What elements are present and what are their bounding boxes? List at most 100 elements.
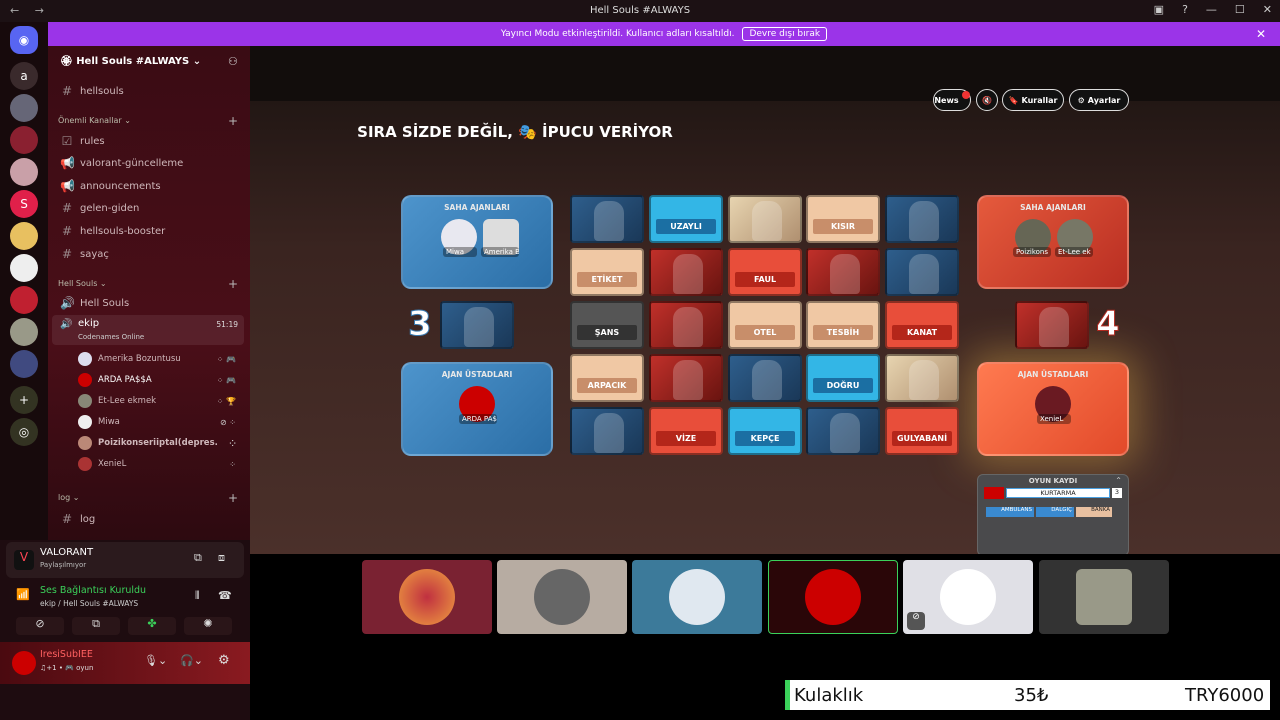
word-card[interactable]: ETİKET — [570, 248, 644, 296]
voice-user[interactable]: ARDA PA$$A ⁘ 🎮 — [78, 373, 238, 387]
channel-sayac[interactable]: # sayaç — [60, 247, 109, 261]
collapse-icon[interactable]: ⌃ — [1115, 476, 1122, 485]
ticker-total: TRY6000 — [1185, 684, 1265, 706]
word-card[interactable]: KANAT — [885, 301, 959, 349]
channel-valorant-guncelleme[interactable]: 📢 valorant-güncelleme — [60, 156, 183, 170]
maximize-icon[interactable]: ☐ — [1235, 3, 1245, 16]
channel-hellsouls[interactable]: # hellsouls — [60, 84, 124, 98]
word-card[interactable]: KISIR — [806, 195, 880, 243]
avatar — [78, 373, 92, 387]
participant-tile[interactable] — [1039, 560, 1169, 634]
server-icon[interactable] — [10, 94, 38, 122]
inbox-icon[interactable]: ▣ — [1154, 3, 1164, 16]
mute-sound-icon[interactable]: 🔇 — [976, 89, 998, 111]
settings-button[interactable]: ⚙ Ayarlar — [1069, 89, 1129, 111]
server-icon[interactable] — [10, 254, 38, 282]
word-card[interactable]: VİZE — [649, 407, 723, 455]
news-button[interactable]: News — [933, 89, 971, 111]
word-card[interactable]: OTEL — [728, 301, 802, 349]
word-card[interactable] — [649, 301, 723, 349]
voice-user[interactable]: Miwa ⊘ ⁘ — [78, 415, 238, 429]
channel-hell-souls-voice[interactable]: 🔊 Hell Souls — [60, 296, 129, 310]
channel-rules[interactable]: ☑ rules — [60, 134, 105, 148]
server-icon-a[interactable]: a — [10, 62, 38, 90]
share-icon[interactable]: ⧈ — [218, 551, 225, 565]
disable-button[interactable]: Devre dışı bırak — [742, 27, 828, 41]
channel-hellsouls-booster[interactable]: # hellsouls-booster — [60, 224, 165, 238]
participant-tile[interactable] — [768, 560, 898, 634]
user-avatar[interactable] — [12, 651, 36, 675]
microphone-icon[interactable]: 🎙⌄ — [144, 654, 167, 667]
soundboard-button[interactable]: ✺ — [184, 617, 232, 635]
word-card[interactable] — [885, 195, 959, 243]
server-icon[interactable] — [10, 126, 38, 154]
word-card[interactable] — [885, 354, 959, 402]
server-icon[interactable] — [10, 318, 38, 346]
voice-user[interactable]: XenieL ⁘ — [78, 457, 238, 471]
discord-home-icon[interactable]: ◉ — [10, 26, 38, 54]
disconnect-icon[interactable]: ☎ — [218, 589, 232, 602]
word-card[interactable] — [570, 407, 644, 455]
server-icon[interactable]: S — [10, 190, 38, 218]
activities-button[interactable]: ✤ — [128, 617, 176, 635]
voice-status[interactable]: Ses Bağlantısı Kuruldu — [40, 585, 146, 596]
voice-user[interactable]: Amerika Bozuntusu ⁘ 🎮 — [78, 352, 238, 366]
server-icon[interactable] — [10, 286, 38, 314]
close-icon[interactable]: ✕ — [1263, 3, 1272, 16]
voice-user[interactable]: Et-Lee ekmek ⁘ 🏆 — [78, 394, 238, 408]
avatar — [940, 569, 996, 625]
participant-tile[interactable] — [632, 560, 762, 634]
word-card[interactable] — [649, 248, 723, 296]
activity-card[interactable]: V VALORANT Paylaşılmıyor ⧉ ⧈ — [6, 542, 244, 578]
discover-icon[interactable]: ◎ — [10, 418, 38, 446]
turn-status: SIRA SİZDE DEĞİL, 🎭 İPUCU VERİYOR — [357, 123, 673, 141]
word-card[interactable]: TESBİH — [806, 301, 880, 349]
add-channel-icon[interactable]: + — [228, 114, 238, 128]
participant-tile[interactable] — [497, 560, 627, 634]
server-icon[interactable] — [10, 222, 38, 250]
noise-suppression-icon[interactable]: ⫴ — [195, 589, 200, 603]
word-card[interactable]: DOĞRU — [806, 354, 880, 402]
word-card[interactable] — [649, 354, 723, 402]
headphones-icon[interactable]: 🎧⌄ — [180, 654, 203, 667]
screen-share-button[interactable]: ⧉ — [72, 617, 120, 635]
card-word: KANAT — [892, 325, 952, 340]
word-card[interactable] — [728, 354, 802, 402]
rules-button[interactable]: 🔖 Kurallar — [1002, 89, 1064, 111]
word-card[interactable]: UZAYLI — [649, 195, 723, 243]
word-card[interactable]: KEPÇE — [728, 407, 802, 455]
participant-tile[interactable] — [362, 560, 492, 634]
channel-gelen-giden[interactable]: # gelen-giden — [60, 201, 139, 215]
minimize-icon[interactable]: — — [1206, 3, 1217, 16]
word-card[interactable] — [806, 407, 880, 455]
word-card[interactable] — [570, 195, 644, 243]
server-icon[interactable] — [10, 350, 38, 378]
voice-user[interactable]: Poizikonseriiptal(depres... ⁘ — [78, 436, 238, 450]
word-card[interactable]: ŞANS — [570, 301, 644, 349]
voice-channel-ekip[interactable]: 🔊 ekip 51:19 Codenames Online — [52, 315, 244, 345]
camera-off-button[interactable]: ⊘ — [16, 617, 64, 635]
channel-announcements[interactable]: 📢 announcements — [60, 179, 161, 193]
participant-tile[interactable]: ⊘ — [903, 560, 1033, 634]
word-card[interactable]: GULYABANİ — [885, 407, 959, 455]
word-card[interactable] — [728, 195, 802, 243]
server-name[interactable]: 🏵 Hell Souls #ALWAYS ⌄ — [60, 56, 201, 67]
server-icon[interactable] — [10, 158, 38, 186]
category-log[interactable]: log ⌄ + — [58, 491, 238, 505]
word-card[interactable]: FAUL — [728, 248, 802, 296]
log-clue-count: 3 — [1112, 488, 1122, 498]
add-member-icon[interactable]: ⚇ — [228, 55, 238, 68]
category-onemli[interactable]: Önemli Kanallar ⌄ + — [58, 114, 238, 128]
banner-close-icon[interactable]: ✕ — [1256, 27, 1266, 41]
channel-log[interactable]: # log — [60, 512, 95, 526]
stream-icon[interactable]: ⧉ — [194, 551, 202, 565]
add-channel-icon[interactable]: + — [228, 277, 238, 291]
word-card[interactable]: ARPACIK — [570, 354, 644, 402]
category-hell-souls[interactable]: Hell Souls ⌄ + — [58, 277, 238, 291]
add-channel-icon[interactable]: + — [228, 491, 238, 505]
help-icon[interactable]: ? — [1182, 3, 1188, 16]
settings-gear-icon[interactable]: ⚙ — [218, 653, 230, 668]
add-server-icon[interactable]: + — [10, 386, 38, 414]
word-card[interactable] — [885, 248, 959, 296]
word-card[interactable] — [806, 248, 880, 296]
